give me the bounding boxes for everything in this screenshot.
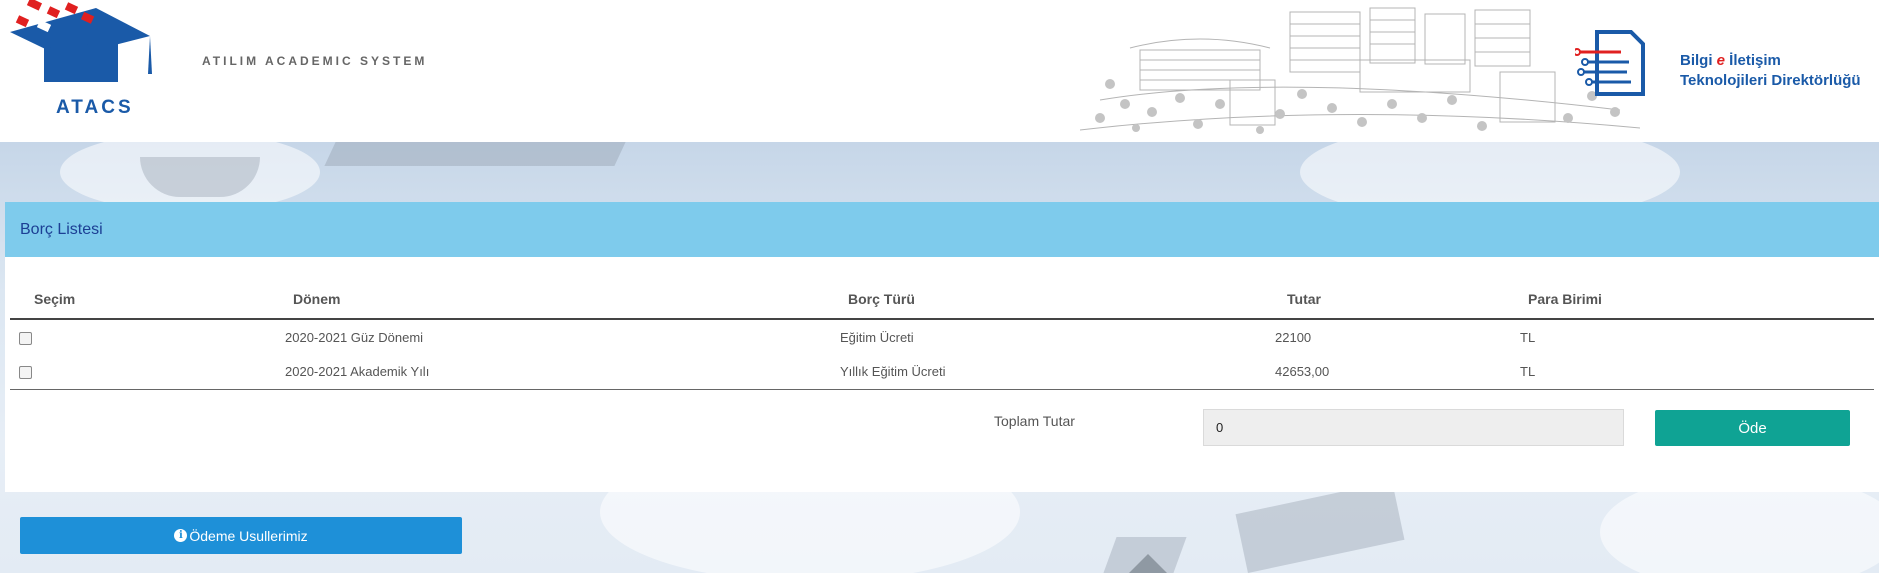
borc-turu-cell: Yıllık Eğitim Ücreti: [840, 363, 946, 379]
system-name: ATILIM ACADEMIC SYSTEM: [202, 54, 428, 68]
panel-header: Borç Listesi: [5, 202, 1879, 257]
total-amount-label: Toplam Tutar: [994, 413, 1075, 429]
bidb-line-1-end: İletişim: [1725, 52, 1781, 69]
column-header-label: Dönem: [293, 290, 341, 307]
para-birimi-cell: TL: [1520, 329, 1536, 345]
borc-turu-cell: Eğitim Ücreti: [840, 329, 914, 345]
column-header-tutar: Tutar: [1275, 279, 1520, 319]
table-row: 2020-2021 Akademik Yılı Yıllık Eğitim Üc…: [10, 354, 1874, 389]
page-header: ATACS ATILIM ACADEMIC SYSTEM Bilgi e İle…: [0, 0, 1879, 142]
row-checkbox-cell: [10, 354, 285, 389]
payment-methods-label: Ödeme Usullerimiz: [189, 527, 308, 544]
circuit-document-icon: [1575, 30, 1645, 96]
bidb-line-1-start: Bilgi: [1680, 52, 1717, 69]
logo-text: ATACS: [56, 97, 134, 118]
payment-methods-button[interactable]: i Ödeme Usullerimiz: [20, 517, 462, 554]
column-header-label: Tutar: [1287, 290, 1321, 307]
para-birimi-cell: TL: [1520, 363, 1536, 379]
donem-cell: 2020-2021 Akademik Yılı: [285, 363, 430, 379]
tutar-cell: 42653,00: [1275, 363, 1330, 379]
bidb-line-1: Bilgi e İletişim: [1680, 51, 1861, 71]
row-select-checkbox[interactable]: [19, 365, 32, 379]
column-header-label: Para Birimi: [1528, 290, 1602, 307]
column-header-donem: Dönem: [285, 279, 840, 319]
bidb-line-2: Teknolojileri Direktörlüğü: [1680, 72, 1861, 89]
debt-table: Seçim Dönem Borç Türü Tutar Para Birimi …: [10, 279, 1874, 390]
campus-skyline-illustration: [1080, 7, 1640, 134]
panel-title: Borç Listesi: [20, 220, 103, 238]
table-header-row: Seçim Dönem Borç Türü Tutar Para Birimi: [10, 279, 1874, 319]
tutar-cell: 22100: [1275, 329, 1312, 345]
column-header-para-birimi: Para Birimi: [1520, 279, 1874, 319]
info-circle-icon: i: [174, 529, 188, 542]
column-header-secim: Seçim: [10, 279, 285, 319]
column-header-borc-turu: Borç Türü: [840, 279, 1275, 319]
row-select-checkbox[interactable]: [19, 331, 32, 345]
column-header-label: Borç Türü: [848, 290, 915, 307]
bidb-title: Bilgi e İletişim Teknolojileri Direktörl…: [1680, 51, 1861, 91]
donem-cell: 2020-2021 Güz Dönemi: [285, 329, 424, 345]
total-amount-input[interactable]: [1203, 409, 1624, 446]
pay-button[interactable]: Öde: [1655, 410, 1850, 446]
row-checkbox-cell: [10, 319, 285, 354]
bidb-e-mark: e: [1716, 52, 1726, 69]
background-cap-shape: [1235, 481, 1405, 573]
table-row: 2020-2021 Güz Dönemi Eğitim Ücreti 22100…: [10, 319, 1874, 354]
column-header-label: Seçim: [34, 290, 76, 307]
background-cap-peak: [1128, 554, 1168, 573]
background-cap-shape: [324, 142, 626, 166]
